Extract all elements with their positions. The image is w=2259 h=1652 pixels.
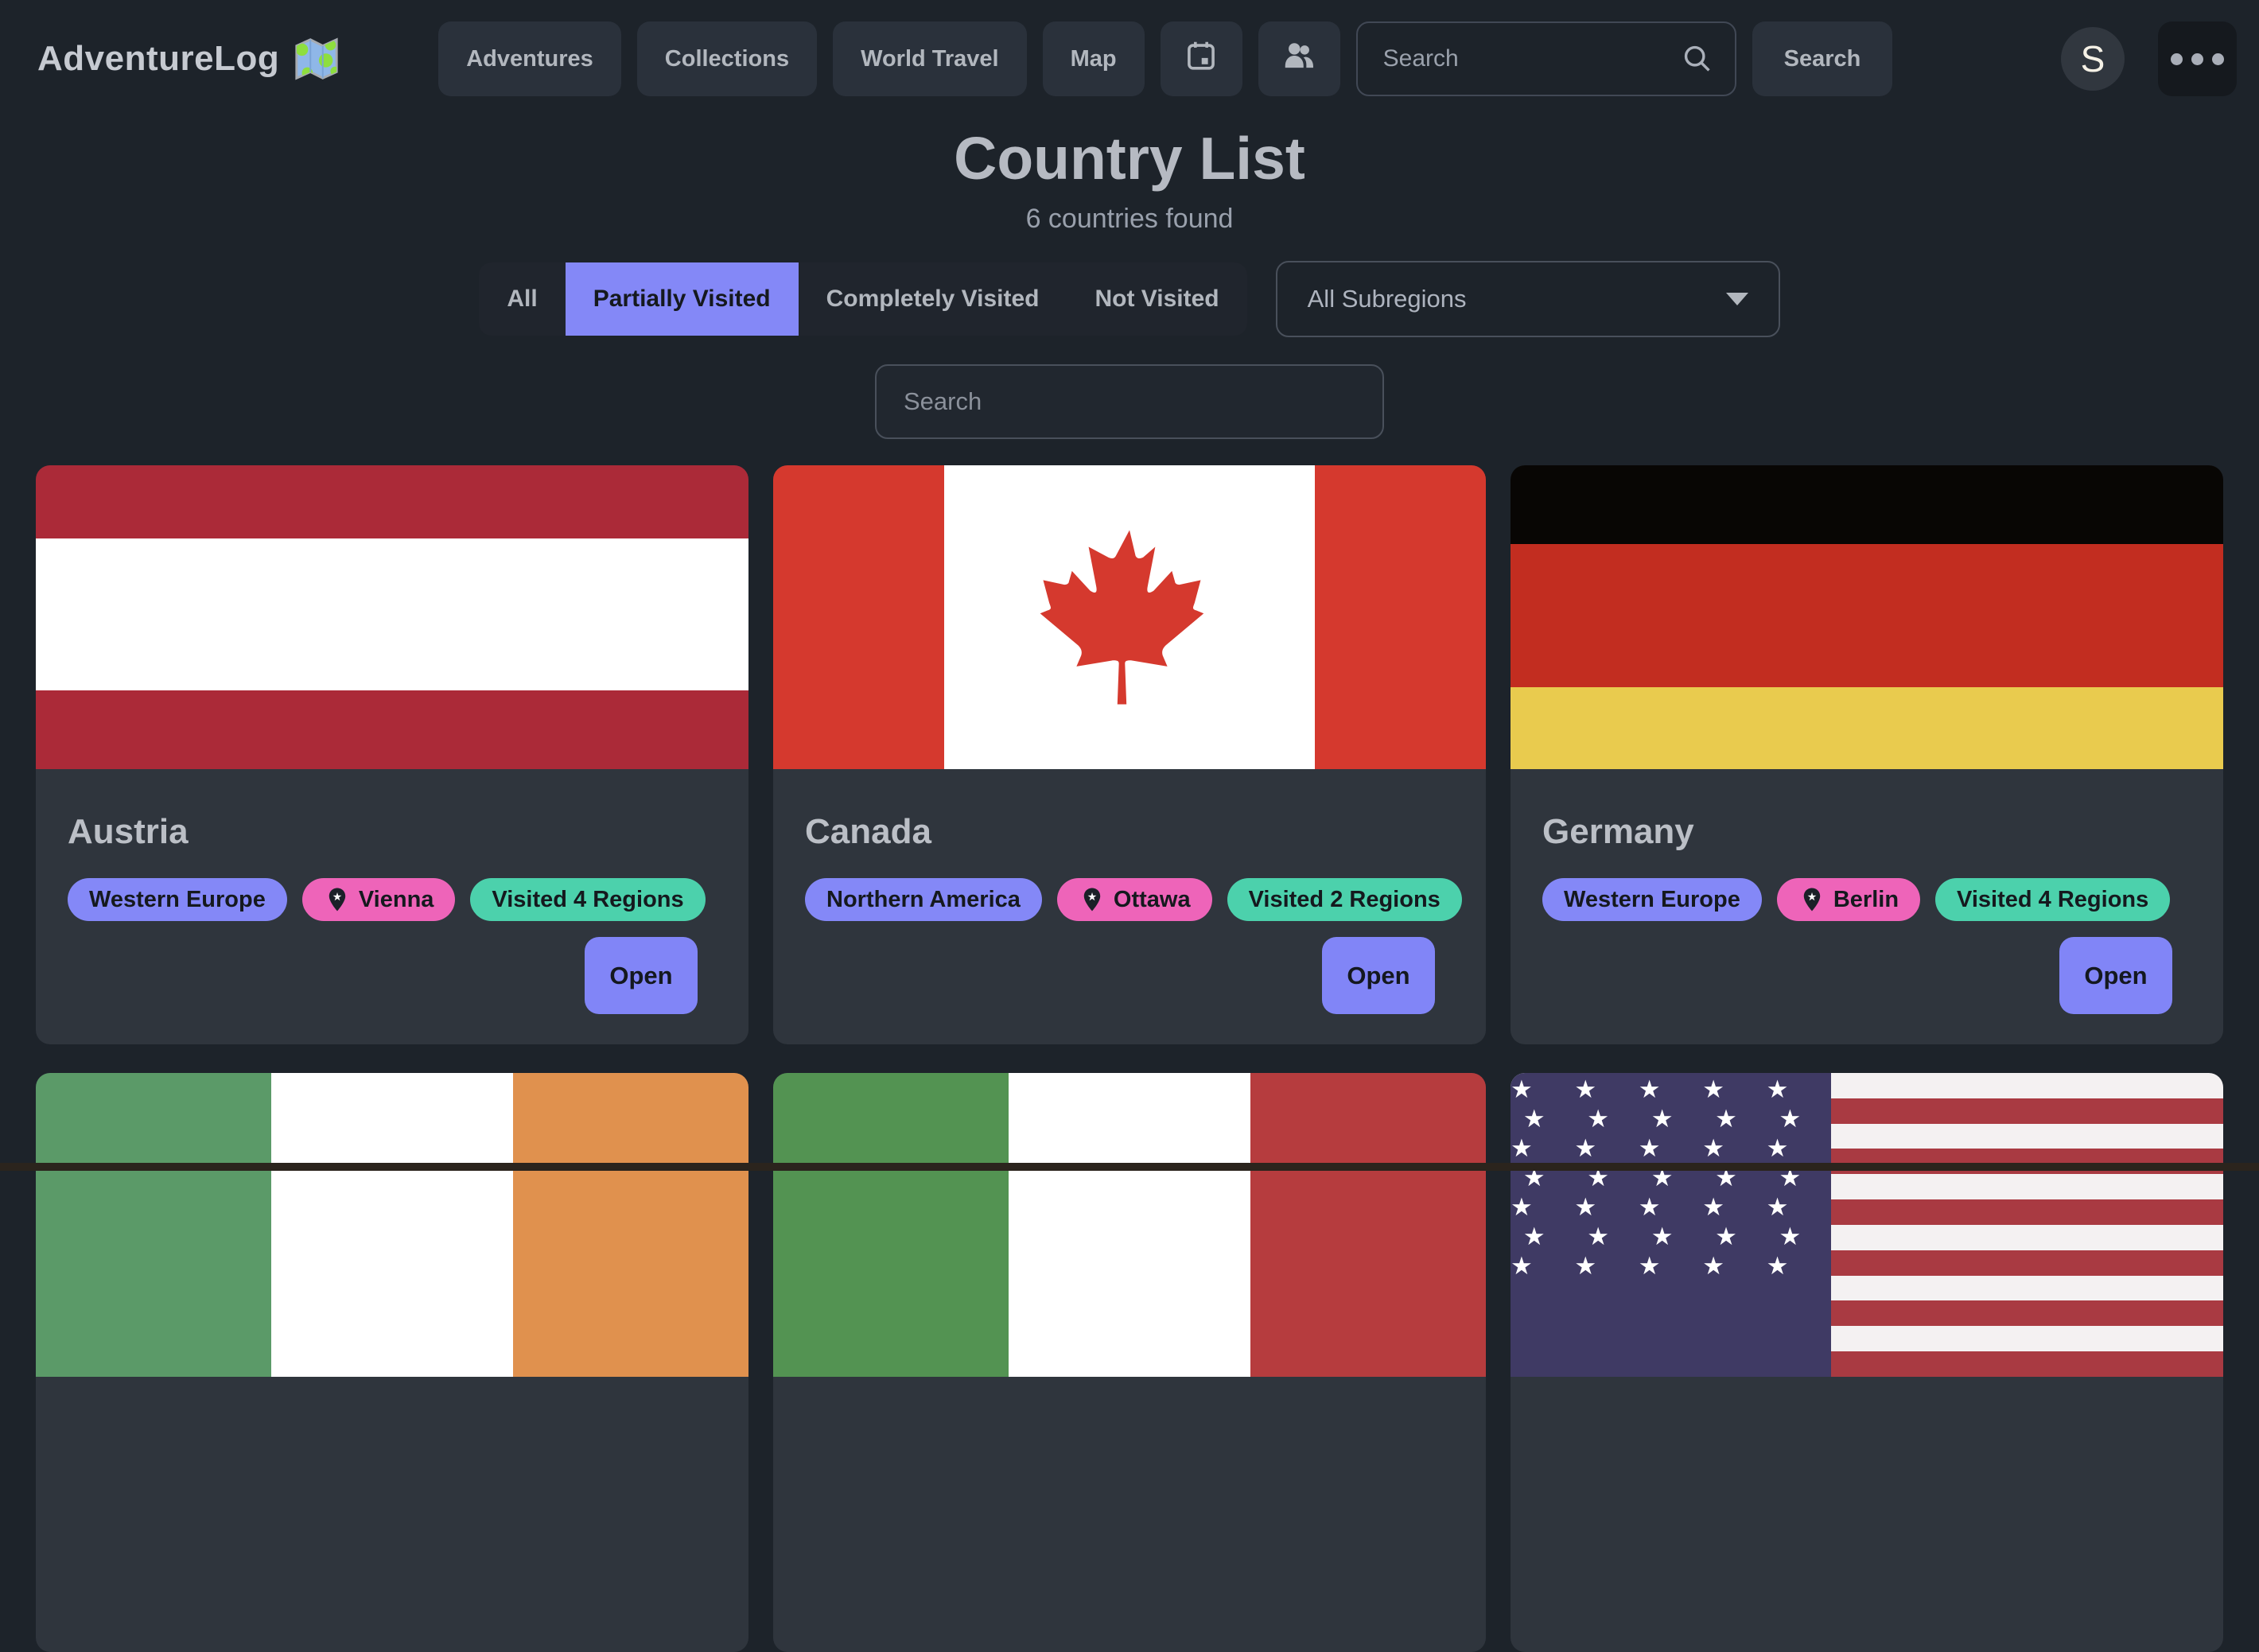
- map-pin-icon: ★: [324, 886, 351, 913]
- country-search-input[interactable]: [875, 364, 1384, 439]
- subregion-selected-value: All Subregions: [1308, 285, 1467, 313]
- badge-row: Western Europe ★ Berlin Visited 4 Region…: [1542, 878, 2191, 921]
- svg-text:★: ★: [332, 891, 341, 902]
- app-title: AdventureLog: [37, 39, 279, 79]
- country-card-united-states: ★ ★ ★ ★ ★ ★★ ★ ★ ★ ★★ ★ ★ ★ ★ ★★ ★ ★ ★ ★…: [1511, 1073, 2223, 1652]
- results-count: 6 countries found: [0, 204, 2259, 235]
- country-name: Canada: [805, 812, 1454, 852]
- app-logo[interactable]: AdventureLog: [37, 34, 341, 84]
- navbar-search-input[interactable]: [1356, 21, 1736, 96]
- tab-all[interactable]: All: [479, 262, 565, 336]
- region-badge: Western Europe: [1542, 878, 1762, 921]
- flag-italy: [773, 1073, 1486, 1377]
- visited-regions-badge: Visited 4 Regions: [470, 878, 705, 921]
- navbar-search-button[interactable]: Search: [1752, 21, 1893, 96]
- visited-regions-badge: Visited 4 Regions: [1935, 878, 2170, 921]
- badge-row: Western Europe ★ Vienna Visited 4 Region…: [68, 878, 717, 921]
- users-icon: [1281, 37, 1317, 80]
- map-pin-icon: ★: [1798, 886, 1825, 913]
- country-card-canada: Canada Northern America ★ Ottawa Visited…: [773, 465, 1486, 1044]
- capital-badge: ★ Berlin: [1777, 878, 1920, 921]
- country-name: Austria: [68, 812, 717, 852]
- nav-world-travel[interactable]: World Travel: [833, 21, 1027, 96]
- open-button[interactable]: Open: [585, 937, 698, 1014]
- country-grid: Austria Western Europe ★ Vienna Visited …: [0, 465, 2259, 1652]
- capital-badge: ★ Ottawa: [1057, 878, 1212, 921]
- ellipsis-icon: [2171, 53, 2183, 65]
- avatar[interactable]: S: [2061, 27, 2125, 91]
- nav-map[interactable]: Map: [1043, 21, 1145, 96]
- flag-united-states: ★ ★ ★ ★ ★ ★★ ★ ★ ★ ★★ ★ ★ ★ ★ ★★ ★ ★ ★ ★…: [1511, 1073, 2223, 1377]
- tab-completely-visited[interactable]: Completely Visited: [799, 262, 1067, 336]
- open-button[interactable]: Open: [1322, 937, 1435, 1014]
- calendar-icon: [1183, 37, 1219, 80]
- flag-ireland: [36, 1073, 748, 1377]
- flag-austria: [36, 465, 748, 769]
- visited-regions-badge: Visited 2 Regions: [1227, 878, 1462, 921]
- flag-germany: [1511, 465, 2223, 769]
- map-pin-icon: ★: [1079, 886, 1106, 913]
- country-card-ireland: [36, 1073, 748, 1652]
- visited-filter-tabs: All Partially Visited Completely Visited…: [479, 262, 1246, 336]
- tab-partially-visited[interactable]: Partially Visited: [566, 262, 799, 336]
- map-logo-icon: [292, 34, 341, 84]
- chevron-down-icon: [1726, 293, 1748, 305]
- navbar: AdventureLog Adventures Collections Worl…: [0, 0, 2259, 118]
- country-card-italy: [773, 1073, 1486, 1652]
- subregion-select[interactable]: All Subregions: [1276, 261, 1780, 337]
- flag-canada: [773, 465, 1486, 769]
- navbar-search: [1356, 21, 1736, 96]
- overflow-menu-button[interactable]: [2158, 21, 2237, 96]
- capital-badge: ★ Vienna: [302, 878, 456, 921]
- primary-nav: Adventures Collections World Travel Map: [438, 21, 1339, 96]
- page-title: Country List: [0, 124, 2259, 192]
- region-badge: Western Europe: [68, 878, 287, 921]
- calendar-button[interactable]: [1161, 21, 1242, 96]
- users-button[interactable]: [1258, 21, 1340, 96]
- maple-leaf-icon: [1038, 523, 1221, 712]
- usa-canton: ★ ★ ★ ★ ★ ★★ ★ ★ ★ ★★ ★ ★ ★ ★ ★★ ★ ★ ★ ★…: [1511, 1073, 1831, 1377]
- filter-row: All Partially Visited Completely Visited…: [0, 261, 2259, 337]
- svg-text:★: ★: [1807, 891, 1816, 902]
- svg-text:★: ★: [1087, 891, 1096, 902]
- nav-collections[interactable]: Collections: [637, 21, 817, 96]
- list-search-row: [0, 364, 2259, 439]
- badge-row: Northern America ★ Ottawa Visited 2 Regi…: [805, 878, 1454, 921]
- window-bottom-edge: [0, 1163, 2259, 1171]
- tab-not-visited[interactable]: Not Visited: [1067, 262, 1246, 336]
- navbar-right: S: [2061, 21, 2237, 96]
- avatar-initial: S: [2081, 37, 2105, 80]
- country-card-austria: Austria Western Europe ★ Vienna Visited …: [36, 465, 748, 1044]
- open-button[interactable]: Open: [2059, 937, 2172, 1014]
- search-icon: [1681, 42, 1714, 76]
- nav-adventures[interactable]: Adventures: [438, 21, 621, 96]
- country-card-germany: Germany Western Europe ★ Berlin Visited …: [1511, 465, 2223, 1044]
- region-badge: Northern America: [805, 878, 1042, 921]
- country-name: Germany: [1542, 812, 2191, 852]
